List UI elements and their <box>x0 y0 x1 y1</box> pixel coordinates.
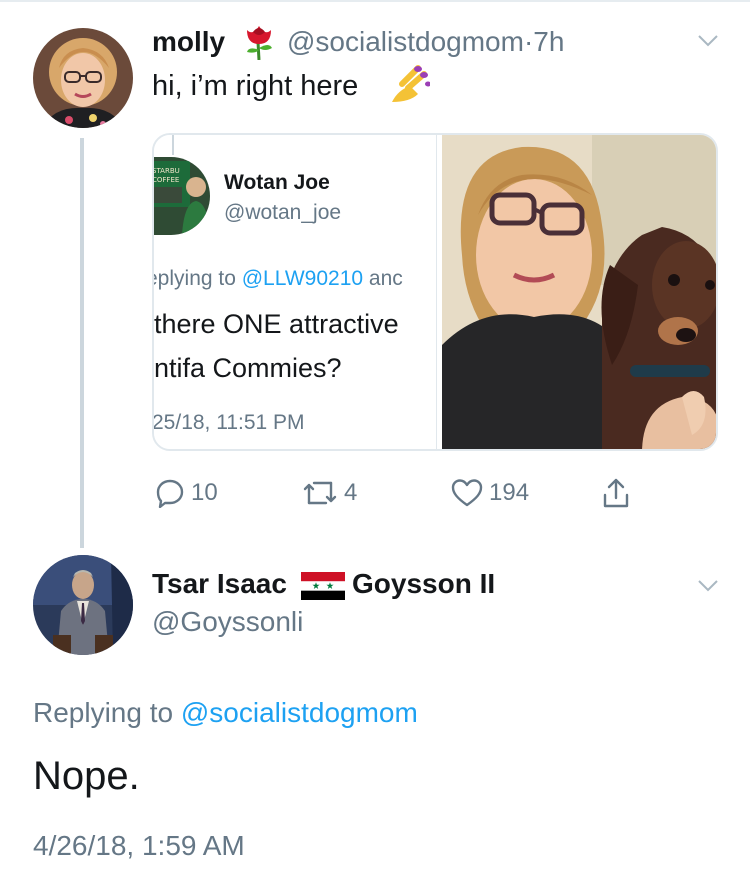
share-icon <box>601 477 631 509</box>
share-button[interactable] <box>601 476 631 510</box>
heart-icon <box>451 478 483 508</box>
embedded-replying-to: eplying to @LLW90210 anc <box>154 267 403 290</box>
reply-button[interactable]: 10 <box>155 476 218 510</box>
tweet-time: 7h <box>533 26 565 57</box>
thread-line <box>80 138 84 548</box>
display-name-suffix[interactable]: Goysson II <box>352 568 495 600</box>
reply-icon <box>155 478 185 508</box>
avatar[interactable] <box>33 28 133 128</box>
tweet-text: Nope. <box>33 754 140 798</box>
attached-media[interactable]: STARBU COFFEE Wotan Joe @wotan_joe eplyi… <box>152 133 718 451</box>
chevron-down-icon[interactable] <box>697 34 719 48</box>
display-name[interactable]: molly <box>152 26 225 58</box>
replying-to: Replying to @socialistdogmom <box>33 697 418 728</box>
retweet-count: 4 <box>344 479 358 506</box>
like-count: 194 <box>489 479 530 506</box>
user-handle[interactable]: @socialistdogmom·7h <box>287 26 564 58</box>
chevron-down-icon[interactable] <box>697 579 719 593</box>
like-button[interactable]: 194 <box>451 476 529 510</box>
screenshot-thread-line <box>172 135 174 155</box>
selfie-with-dog-photo[interactable] <box>442 135 716 449</box>
replying-to-link[interactable]: @socialistdogmom <box>181 697 418 728</box>
reply-count: 10 <box>191 479 218 506</box>
syria-flag-icon <box>301 572 345 600</box>
wotan-joe-avatar: STARBU COFFEE <box>154 157 210 235</box>
embedded-handle: @wotan_joe <box>224 201 342 224</box>
top-divider <box>0 0 750 2</box>
display-name[interactable]: Tsar Isaac <box>152 568 287 600</box>
avatar[interactable] <box>33 555 133 655</box>
embedded-display-name: Wotan Joe <box>224 171 330 194</box>
svg-text:COFFEE: COFFEE <box>154 176 179 184</box>
svg-text:STARBU: STARBU <box>154 167 180 175</box>
embedded-tweet-screenshot[interactable]: STARBU COFFEE Wotan Joe @wotan_joe eplyi… <box>154 135 436 449</box>
retweet-button[interactable]: 4 <box>302 476 357 510</box>
embedded-text-line: there ONE attractive <box>154 309 399 339</box>
rose-emoji-icon <box>241 22 277 61</box>
embedded-timestamp: 25/18, 11:51 PM <box>154 411 305 434</box>
embedded-text-line: ntifa Commies? <box>154 353 342 383</box>
user-handle[interactable]: @Goyssonli <box>152 606 303 638</box>
nail-polish-emoji-icon <box>388 64 431 106</box>
tweet-timestamp[interactable]: 4/26/18, 1:59 AM <box>33 830 245 862</box>
retweet-icon <box>302 479 338 507</box>
tweet-text: hi, i’m right here <box>152 70 359 102</box>
